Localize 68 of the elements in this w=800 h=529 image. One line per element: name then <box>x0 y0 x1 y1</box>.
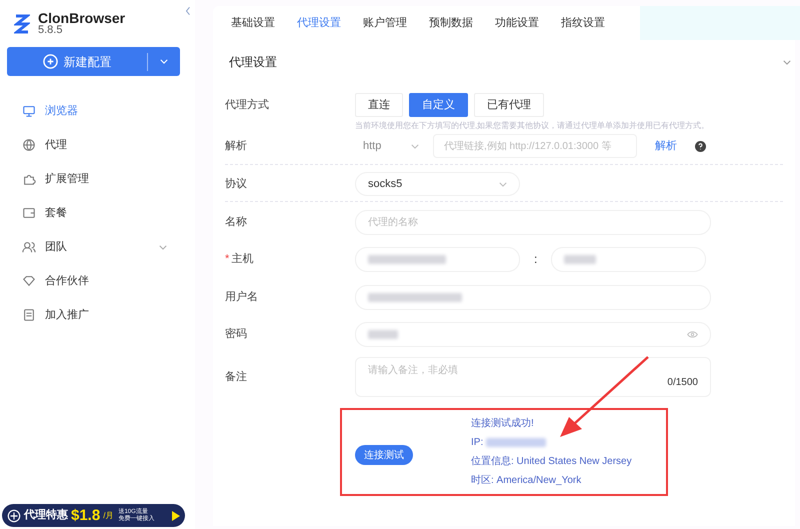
tab[interactable]: 预制数据 <box>419 6 483 40</box>
diamond-icon <box>22 274 36 288</box>
plus-circle-icon <box>42 54 58 69</box>
result-text: 连接测试成功! <box>471 416 535 431</box>
field-label: 主机 <box>231 252 254 267</box>
field-label: 代理方式 <box>225 98 269 113</box>
chevron-down-icon <box>499 182 507 186</box>
blurred-value <box>486 438 546 447</box>
note-field[interactable]: 请输入备注，非必填 0/1500 <box>355 357 711 397</box>
blurred-value <box>564 254 596 264</box>
sidebar-item[interactable]: 加入推广 <box>0 298 195 332</box>
collapse-icon[interactable] <box>185 6 191 16</box>
caret-icon[interactable] <box>160 59 168 64</box>
app-name: ClonBrowser <box>38 12 126 24</box>
sidebar-item[interactable]: 代理 <box>0 128 195 162</box>
app-version: 5.8.5 <box>38 24 64 36</box>
sidebar-item[interactable]: 套餐 <box>0 196 195 230</box>
sidebar-item[interactable]: 扩展管理 <box>0 162 195 196</box>
username-field[interactable] <box>355 284 711 310</box>
ip-label: IP: <box>471 436 484 450</box>
tab[interactable]: 功能设置 <box>485 6 549 40</box>
field-label: 协议 <box>225 176 247 192</box>
sidebar-item[interactable]: 浏览器 <box>0 94 195 128</box>
field-label: 用户名 <box>225 290 258 305</box>
field-label: 备注 <box>225 370 247 385</box>
connection-test-button[interactable]: 连接测试 <box>355 445 413 465</box>
password-field[interactable] <box>355 322 711 346</box>
host-field[interactable] <box>355 246 520 272</box>
tab[interactable]: 账户管理 <box>353 6 417 40</box>
chevron-down-icon[interactable] <box>783 60 791 64</box>
hint-text: 当前环境使用您在下方填写的代理,如果您需要其他协议，请通过代理单单添加并使用已有代理方式。 <box>355 121 710 130</box>
field-label: 密码 <box>225 326 247 342</box>
character-counter: 0/1500 <box>667 376 698 390</box>
location-text: 位置信息: United States New Jersey <box>471 454 632 469</box>
field-label: 解析 <box>225 138 247 154</box>
protocol-select[interactable]: socks5 <box>355 172 520 196</box>
document-icon <box>22 308 36 322</box>
promo-unit: /月 <box>103 510 114 522</box>
tab[interactable]: 基础设置 <box>221 6 285 40</box>
port-separator: : <box>534 251 538 268</box>
monitor-icon <box>22 104 36 118</box>
promo-price: $1.8 <box>71 508 100 523</box>
eye-icon[interactable] <box>687 330 698 338</box>
help-icon[interactable] <box>695 140 706 152</box>
field-label: 名称 <box>225 214 247 230</box>
sidebar-item[interactable]: 团队 <box>0 230 195 264</box>
timezone-text: 时区: America/New_York <box>471 474 582 488</box>
tab[interactable]: 指纹设置 <box>551 6 615 40</box>
sidebar-item[interactable]: 合作伙伴 <box>0 264 195 298</box>
wallet-icon <box>22 206 36 220</box>
logo-icon <box>14 13 30 35</box>
parse-link[interactable]: 解析 <box>655 138 677 154</box>
proxy-link-field[interactable]: 代理链接,例如 http://127.0.01:3000 等 <box>433 134 637 158</box>
section-title: 代理设置 <box>229 54 277 71</box>
port-field[interactable] <box>551 246 706 272</box>
promo-title: 代理特惠 <box>24 508 68 524</box>
play-icon <box>172 510 180 520</box>
tab[interactable]: 代理设置 <box>287 6 351 40</box>
new-profile-button[interactable]: 新建配置 <box>7 47 180 76</box>
required-mark: * <box>225 252 230 267</box>
blurred-value <box>368 330 398 338</box>
chevron-down-icon <box>411 144 419 148</box>
scheme-select[interactable]: http <box>355 134 427 158</box>
proxy-mode-option[interactable]: 已有代理 <box>474 93 544 117</box>
users-icon <box>22 240 36 254</box>
puzzle-icon <box>22 172 36 186</box>
proxy-mode-option[interactable]: 自定义 <box>409 93 468 117</box>
proxy-mode-option[interactable]: 直连 <box>355 93 403 117</box>
